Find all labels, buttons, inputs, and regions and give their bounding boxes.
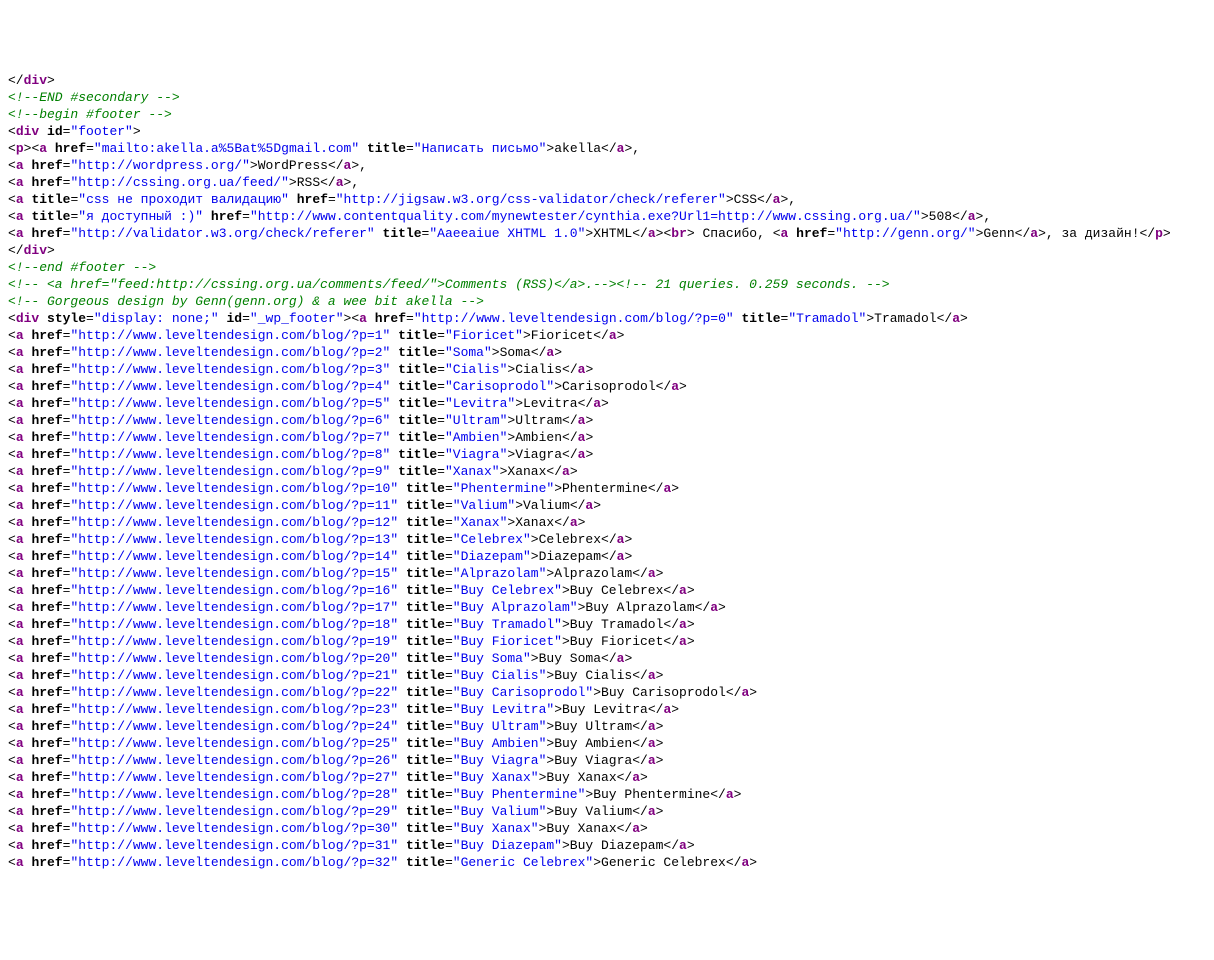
spam-link-line-26: <a href="http://www.leveltendesign.com/b…: [8, 769, 1206, 786]
wp-footer-div-open-line: <div style="display: none;" id="_wp_foot…: [8, 310, 1206, 327]
source-code-view: </div><!--END #secondary --><!--begin #f…: [8, 72, 1206, 871]
spam-link-line-18: <a href="http://www.leveltendesign.com/b…: [8, 633, 1206, 650]
spam-link-line-2: <a href="http://www.leveltendesign.com/b…: [8, 361, 1206, 378]
footer-line-5: <a href="http://validator.w3.org/check/r…: [8, 225, 1206, 242]
spam-link-line-6: <a href="http://www.leveltendesign.com/b…: [8, 429, 1206, 446]
spam-link-line-29: <a href="http://www.leveltendesign.com/b…: [8, 820, 1206, 837]
spam-link-line-9: <a href="http://www.leveltendesign.com/b…: [8, 480, 1206, 497]
spam-link-line-28: <a href="http://www.leveltendesign.com/b…: [8, 803, 1206, 820]
spam-link-line-31: <a href="http://www.leveltendesign.com/b…: [8, 854, 1206, 871]
footer-line-2: <a href="http://cssing.org.ua/feed/">RSS…: [8, 174, 1206, 191]
spam-link-line-20: <a href="http://www.leveltendesign.com/b…: [8, 667, 1206, 684]
comment-line: <!--end #footer -->: [8, 259, 1206, 276]
comment-line: <!-- <a href="feed:http://cssing.org.ua/…: [8, 276, 1206, 293]
comment-text: <!-- <a href="feed:http://cssing.org.ua/…: [8, 277, 890, 292]
spam-link-line-0: <a href="http://www.leveltendesign.com/b…: [8, 327, 1206, 344]
footer-line-0: <p><a href="mailto:akella.a%5Bat%5Dgmail…: [8, 140, 1206, 157]
comment-text: <!-- Gorgeous design by Genn(genn.org) &…: [8, 294, 484, 309]
spam-link-line-5: <a href="http://www.leveltendesign.com/b…: [8, 412, 1206, 429]
spam-link-line-3: <a href="http://www.leveltendesign.com/b…: [8, 378, 1206, 395]
footer-line-1: <a href="http://wordpress.org/">WordPres…: [8, 157, 1206, 174]
spam-link-line-17: <a href="http://www.leveltendesign.com/b…: [8, 616, 1206, 633]
comment-line: <!--END #secondary -->: [8, 89, 1206, 106]
spam-link-line-19: <a href="http://www.leveltendesign.com/b…: [8, 650, 1206, 667]
spam-link-line-8: <a href="http://www.leveltendesign.com/b…: [8, 463, 1206, 480]
footer-open-line: <div id="footer">: [8, 123, 1206, 140]
spam-link-line-30: <a href="http://www.leveltendesign.com/b…: [8, 837, 1206, 854]
spam-link-line-13: <a href="http://www.leveltendesign.com/b…: [8, 548, 1206, 565]
comment-text: <!--begin #footer -->: [8, 107, 172, 122]
spam-link-line-7: <a href="http://www.leveltendesign.com/b…: [8, 446, 1206, 463]
footer-line-3: <a title="css не проходит валидацию" hre…: [8, 191, 1206, 208]
spam-link-line-27: <a href="http://www.leveltendesign.com/b…: [8, 786, 1206, 803]
footer-close-line: </div>: [8, 242, 1206, 259]
spam-link-line-15: <a href="http://www.leveltendesign.com/b…: [8, 582, 1206, 599]
spam-link-line-25: <a href="http://www.leveltendesign.com/b…: [8, 752, 1206, 769]
spam-link-line-23: <a href="http://www.leveltendesign.com/b…: [8, 718, 1206, 735]
spam-link-line-16: <a href="http://www.leveltendesign.com/b…: [8, 599, 1206, 616]
footer-line-4: <a title="я доступный :)" href="http://w…: [8, 208, 1206, 225]
spam-link-line-22: <a href="http://www.leveltendesign.com/b…: [8, 701, 1206, 718]
comment-text: <!--END #secondary -->: [8, 90, 180, 105]
spam-link-line-1: <a href="http://www.leveltendesign.com/b…: [8, 344, 1206, 361]
spam-link-line-14: <a href="http://www.leveltendesign.com/b…: [8, 565, 1206, 582]
close-div-line: </div>: [8, 72, 1206, 89]
spam-link-line-10: <a href="http://www.leveltendesign.com/b…: [8, 497, 1206, 514]
spam-link-line-24: <a href="http://www.leveltendesign.com/b…: [8, 735, 1206, 752]
comment-line: <!--begin #footer -->: [8, 106, 1206, 123]
spam-link-line-21: <a href="http://www.leveltendesign.com/b…: [8, 684, 1206, 701]
spam-link-line-11: <a href="http://www.leveltendesign.com/b…: [8, 514, 1206, 531]
comment-text: <!--end #footer -->: [8, 260, 156, 275]
spam-link-line-4: <a href="http://www.leveltendesign.com/b…: [8, 395, 1206, 412]
comment-line: <!-- Gorgeous design by Genn(genn.org) &…: [8, 293, 1206, 310]
spam-link-line-12: <a href="http://www.leveltendesign.com/b…: [8, 531, 1206, 548]
